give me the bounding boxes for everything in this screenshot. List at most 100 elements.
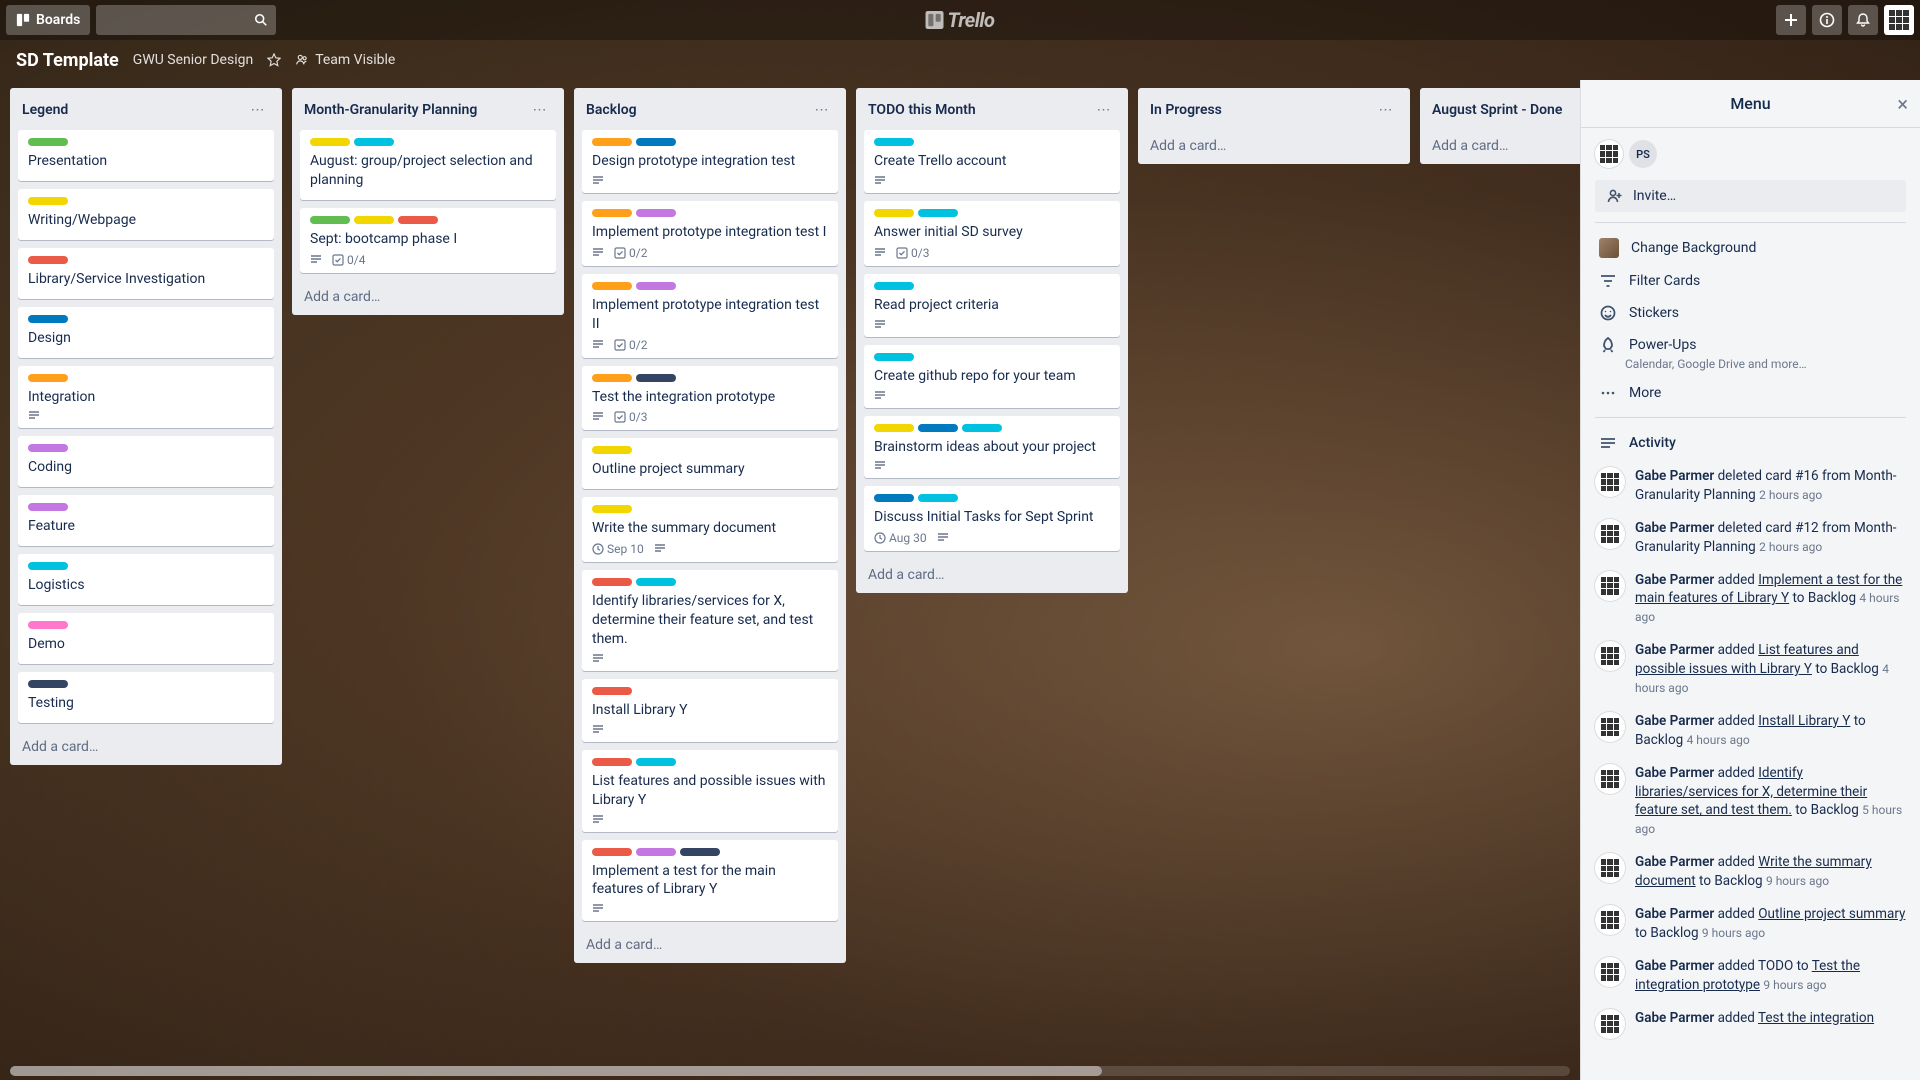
card[interactable]: Install Library Y xyxy=(582,679,838,742)
search-input[interactable] xyxy=(96,5,276,35)
add-button[interactable] xyxy=(1776,5,1806,35)
card[interactable]: Implement prototype integration test I0/… xyxy=(582,201,838,266)
card[interactable]: Design xyxy=(18,307,274,358)
card[interactable]: Create Trello account xyxy=(864,130,1120,193)
card[interactable]: Presentation xyxy=(18,130,274,181)
label-blue xyxy=(28,315,68,323)
activity-link[interactable]: Install Library Y xyxy=(1758,713,1850,729)
activity-link[interactable]: Outline project summary xyxy=(1758,906,1905,922)
visibility-button[interactable]: Team Visible xyxy=(295,52,395,68)
activity-avatar[interactable] xyxy=(1595,1009,1625,1039)
activity-avatar[interactable] xyxy=(1595,467,1625,497)
card[interactable]: Demo xyxy=(18,613,274,664)
activity-avatar[interactable] xyxy=(1595,905,1625,935)
board-title[interactable]: SD Template xyxy=(16,50,119,71)
label-orange xyxy=(592,282,632,290)
stickers-button[interactable]: Stickers xyxy=(1595,297,1906,329)
activity-avatar[interactable] xyxy=(1595,764,1625,794)
card-badges: 0/2 xyxy=(592,338,828,352)
add-card-button[interactable]: Add a card… xyxy=(574,929,846,963)
card[interactable]: Logistics xyxy=(18,554,274,605)
list-menu-button[interactable]: ⋯ xyxy=(246,98,270,122)
card[interactable]: Read project criteria xyxy=(864,274,1120,337)
card-title: August: group/project selection and plan… xyxy=(310,152,546,190)
add-card-button[interactable]: Add a card… xyxy=(1138,130,1410,164)
card[interactable]: Identify libraries/services for X, deter… xyxy=(582,570,838,671)
description-badge xyxy=(874,390,886,402)
card[interactable]: Coding xyxy=(18,436,274,487)
checklist-badge: 0/2 xyxy=(614,246,647,260)
card[interactable]: Brainstorm ideas about your project xyxy=(864,416,1120,479)
boards-button[interactable]: Boards xyxy=(6,5,90,35)
scrollbar-thumb[interactable] xyxy=(10,1066,1102,1076)
list-menu-button[interactable]: ⋯ xyxy=(1374,98,1398,122)
list-menu-button[interactable]: ⋯ xyxy=(1092,98,1116,122)
activity-avatar[interactable] xyxy=(1595,957,1625,987)
description-badge xyxy=(874,247,886,259)
more-button[interactable]: More xyxy=(1595,377,1906,409)
card[interactable]: Discuss Initial Tasks for Sept SprintAug… xyxy=(864,486,1120,551)
card[interactable]: Write the summary documentSep 10 xyxy=(582,497,838,562)
list-menu-button[interactable]: ⋯ xyxy=(810,98,834,122)
notifications-button[interactable] xyxy=(1848,5,1878,35)
card[interactable]: Implement prototype integration test II0… xyxy=(582,274,838,358)
activity-avatar[interactable] xyxy=(1595,519,1625,549)
invite-button[interactable]: Invite… xyxy=(1595,180,1906,212)
add-card-button[interactable]: Add a card… xyxy=(856,559,1128,593)
add-card-button[interactable]: Add a card… xyxy=(10,731,282,765)
card[interactable]: Integration xyxy=(18,366,274,429)
member-avatar[interactable] xyxy=(1595,140,1623,168)
card-badges: 0/3 xyxy=(874,246,1110,260)
description-icon xyxy=(592,411,604,423)
card[interactable]: Sept: bootcamp phase I0/4 xyxy=(300,208,556,273)
activity-avatar[interactable] xyxy=(1595,853,1625,883)
list-title[interactable]: In Progress xyxy=(1150,102,1374,118)
activity-link[interactable]: Test the integration xyxy=(1758,1010,1874,1026)
card[interactable]: August: group/project selection and plan… xyxy=(300,130,556,200)
activity-avatar[interactable] xyxy=(1595,571,1625,601)
card[interactable]: Library/Service Investigation xyxy=(18,248,274,299)
list-title[interactable]: August Sprint - Done xyxy=(1432,102,1580,118)
card-title: Install Library Y xyxy=(592,701,828,720)
card[interactable]: List features and possible issues with L… xyxy=(582,750,838,832)
user-avatar[interactable] xyxy=(1884,5,1914,35)
label-orange xyxy=(592,209,632,217)
trello-logo[interactable]: Trello xyxy=(926,8,995,32)
card-badges: 0/3 xyxy=(592,410,828,424)
add-card-button[interactable]: Add a card… xyxy=(1420,130,1580,164)
add-card-button[interactable]: Add a card… xyxy=(292,281,564,315)
activity-avatar[interactable] xyxy=(1595,712,1625,742)
horizontal-scrollbar[interactable] xyxy=(10,1066,1570,1076)
board-subtitle[interactable]: GWU Senior Design xyxy=(133,52,253,68)
card[interactable]: Test the integration prototype0/3 xyxy=(582,366,838,431)
label-sky xyxy=(28,562,68,570)
menu-close-button[interactable]: × xyxy=(1897,92,1908,116)
activity-text: Gabe Parmer added Identify libraries/ser… xyxy=(1635,764,1906,840)
list-title[interactable]: TODO this Month xyxy=(868,102,1092,118)
checklist-icon xyxy=(614,247,626,259)
card[interactable]: Testing xyxy=(18,672,274,723)
change-background-button[interactable]: Change Background xyxy=(1595,231,1906,265)
checklist-badge: 0/3 xyxy=(896,246,929,260)
description-badge xyxy=(592,175,604,187)
filter-cards-button[interactable]: Filter Cards xyxy=(1595,265,1906,297)
list-menu-button[interactable]: ⋯ xyxy=(528,98,552,122)
card[interactable]: Create github repo for your team xyxy=(864,345,1120,408)
card[interactable]: Design prototype integration test xyxy=(582,130,838,193)
card[interactable]: Outline project summary xyxy=(582,438,838,489)
star-button[interactable] xyxy=(267,53,281,67)
card-title: Answer initial SD survey xyxy=(874,223,1110,242)
card[interactable]: Feature xyxy=(18,495,274,546)
lists-container: Legend⋯PresentationWriting/WebpageLibrar… xyxy=(0,80,1580,1080)
card[interactable]: Implement a test for the main features o… xyxy=(582,840,838,922)
search-icon xyxy=(254,13,268,27)
card[interactable]: Answer initial SD survey 0/3 xyxy=(864,201,1120,266)
list-title[interactable]: Month-Granularity Planning xyxy=(304,102,528,118)
info-button[interactable] xyxy=(1812,5,1842,35)
member-badge[interactable]: PS xyxy=(1629,140,1657,168)
card[interactable]: Writing/Webpage xyxy=(18,189,274,240)
list-title[interactable]: Backlog xyxy=(586,102,810,118)
label-black xyxy=(636,374,676,382)
activity-avatar[interactable] xyxy=(1595,641,1625,671)
list-title[interactable]: Legend xyxy=(22,102,246,118)
